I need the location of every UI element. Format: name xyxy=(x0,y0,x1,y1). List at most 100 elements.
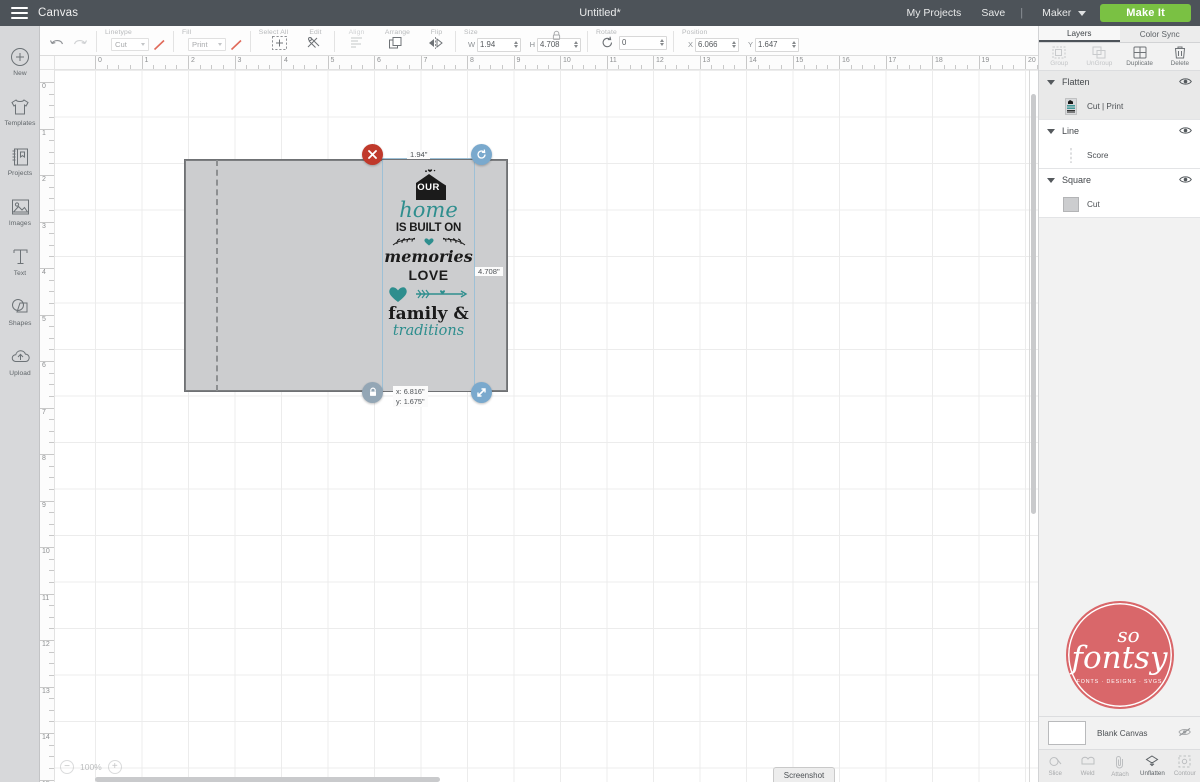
layer-header-flatten[interactable]: Flatten xyxy=(1039,71,1200,93)
group-button[interactable]: Group xyxy=(1039,43,1079,70)
redo-icon[interactable] xyxy=(70,34,90,52)
make-it-button[interactable]: Make It xyxy=(1100,4,1191,22)
score-line[interactable] xyxy=(216,160,218,391)
blank-canvas-row[interactable]: Blank Canvas xyxy=(1039,716,1200,749)
fill-select[interactable]: Print xyxy=(188,38,226,51)
flatten-design-object[interactable]: OUR home IS BUILT ON memories LOVE famil… xyxy=(382,158,475,392)
linetype-color-swatch[interactable] xyxy=(152,38,167,52)
linetype-select[interactable]: Cut xyxy=(111,38,149,51)
ruler-tick-label: 19 xyxy=(981,57,990,64)
hamburger-menu-icon[interactable] xyxy=(0,7,38,19)
sidebar-item-projects[interactable]: Projects xyxy=(0,136,40,186)
lock-handle-icon[interactable] xyxy=(362,382,383,403)
edit-icon[interactable] xyxy=(302,34,328,52)
layer-row-label-line: Score xyxy=(1087,150,1109,160)
duplicate-label: Duplicate xyxy=(1126,60,1153,67)
screenshot-button[interactable]: Screenshot xyxy=(773,767,835,782)
left-sidebar: New Templates Projects Images Text Shape… xyxy=(0,26,40,782)
sidebar-item-shapes[interactable]: Shapes xyxy=(0,286,40,336)
position-y-value: 1.647 xyxy=(758,40,778,49)
chevron-down-icon[interactable] xyxy=(1047,128,1055,134)
eye-icon[interactable] xyxy=(1179,122,1192,140)
contour-label: Contour xyxy=(1173,770,1196,777)
sidebar-label-shapes: Shapes xyxy=(8,319,32,327)
sidebar-label-text: Text xyxy=(13,269,27,277)
sidebar-item-text[interactable]: Text xyxy=(0,236,40,286)
size-height-stepper[interactable] xyxy=(574,41,578,48)
arrange-label: Arrange xyxy=(384,28,411,36)
lock-icon[interactable] xyxy=(551,28,562,46)
rotate-handle-icon[interactable] xyxy=(471,144,492,165)
undo-icon[interactable] xyxy=(47,34,67,52)
align-icon[interactable] xyxy=(345,34,371,52)
layer-row-flatten[interactable]: Cut | Print xyxy=(1039,93,1200,119)
sidebar-label-images: Images xyxy=(8,219,32,227)
save-button[interactable]: Save xyxy=(971,7,1015,19)
weld-button[interactable]: Weld xyxy=(1071,750,1103,782)
flip-icon[interactable] xyxy=(423,34,449,52)
layer-header-line[interactable]: Line xyxy=(1039,120,1200,142)
selection-coord-y: y: 1.675" xyxy=(396,396,425,406)
arrange-icon[interactable] xyxy=(384,34,410,52)
position-x-field[interactable]: X 6.066 xyxy=(686,37,739,52)
attach-label: Attach xyxy=(1111,770,1129,778)
slice-button[interactable]: Slice xyxy=(1039,750,1071,782)
position-y-stepper[interactable] xyxy=(792,41,796,48)
tab-color-sync[interactable]: Color Sync xyxy=(1120,26,1200,42)
attach-button[interactable]: Attach xyxy=(1104,750,1136,782)
heart-icon xyxy=(388,287,407,302)
ruler-tick-label: 3 xyxy=(237,57,242,64)
position-y-input[interactable]: 1.647 xyxy=(755,37,799,52)
blank-canvas-label: Blank Canvas xyxy=(1097,728,1148,738)
fill-color-swatch[interactable] xyxy=(229,38,244,52)
rotate-stepper[interactable] xyxy=(660,39,664,46)
eye-off-icon[interactable] xyxy=(1178,724,1192,742)
horizontal-scrollbar[interactable] xyxy=(95,777,440,782)
ungroup-button[interactable]: UnGroup xyxy=(1079,43,1119,70)
layer-header-square[interactable]: Square xyxy=(1039,169,1200,191)
zoom-in-button[interactable]: + xyxy=(107,760,122,774)
layer-row-line[interactable]: Score xyxy=(1039,142,1200,168)
sidebar-item-new[interactable]: New xyxy=(0,36,40,86)
canvas-area[interactable]: 0123456789101112131415161718192021 01234… xyxy=(40,56,1038,782)
contour-button[interactable]: Contour xyxy=(1169,750,1200,782)
layer-row-square[interactable]: Cut xyxy=(1039,191,1200,217)
sidebar-item-templates[interactable]: Templates xyxy=(0,86,40,136)
ruler-tick xyxy=(513,56,515,69)
slice-label: Slice xyxy=(1048,770,1062,777)
eye-icon[interactable] xyxy=(1179,73,1192,91)
position-x-label: X xyxy=(687,40,693,49)
size-width-input[interactable]: 1.94 xyxy=(477,37,521,52)
rotate-value: 0 xyxy=(622,38,627,47)
position-y-field[interactable]: Y 1.647 xyxy=(746,37,799,52)
select-all-icon[interactable] xyxy=(269,34,289,52)
edit-label: Edit xyxy=(309,28,322,36)
delete-handle-icon[interactable] xyxy=(362,144,383,165)
chevron-down-icon[interactable] xyxy=(1047,79,1055,85)
size-width-label: W xyxy=(468,40,476,49)
size-width-stepper[interactable] xyxy=(514,41,518,48)
machine-selector[interactable]: Maker xyxy=(1028,7,1094,19)
ruler-tick-label: 18 xyxy=(935,57,943,64)
plus-circle-icon xyxy=(9,46,31,68)
resize-handle-icon[interactable] xyxy=(471,382,492,403)
position-x-stepper[interactable] xyxy=(732,41,736,48)
duplicate-button[interactable]: Duplicate xyxy=(1120,43,1160,70)
chevron-down-icon[interactable] xyxy=(1047,177,1055,183)
tab-layers[interactable]: Layers xyxy=(1039,26,1120,42)
contour-icon xyxy=(1178,755,1191,768)
sidebar-item-upload[interactable]: Upload xyxy=(0,336,40,386)
eye-icon[interactable] xyxy=(1179,171,1192,189)
unflatten-button[interactable]: Unflatten xyxy=(1136,750,1168,782)
sidebar-item-images[interactable]: Images xyxy=(0,186,40,236)
position-x-input[interactable]: 6.066 xyxy=(695,37,739,52)
delete-button[interactable]: Delete xyxy=(1160,43,1200,70)
notebook-icon xyxy=(9,146,31,168)
my-projects-link[interactable]: My Projects xyxy=(896,7,971,19)
vertical-scrollbar[interactable] xyxy=(1031,94,1036,514)
zoom-control: − 100% + xyxy=(60,760,122,774)
canvas-grid[interactable]: OUR home IS BUILT ON memories LOVE famil… xyxy=(55,70,1038,782)
zoom-out-button[interactable]: − xyxy=(60,760,74,774)
rotate-input[interactable]: 0 xyxy=(619,35,667,50)
size-width-field[interactable]: W 1.94 xyxy=(468,37,521,52)
